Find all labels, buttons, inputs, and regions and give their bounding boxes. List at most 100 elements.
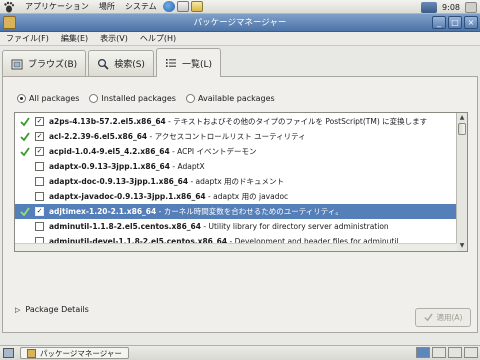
system-menu[interactable]: システム	[120, 0, 162, 14]
package-description: - ACPI イベントデーモン	[172, 147, 257, 156]
apply-label: 適用(A)	[436, 313, 463, 322]
package-name: acl-2.2.39-6.el5.x86_64	[49, 132, 148, 141]
maximize-button[interactable]: □	[448, 16, 462, 29]
filter-available[interactable]: Available packages	[185, 94, 275, 103]
search-icon	[97, 58, 109, 70]
note-launcher-icon[interactable]	[190, 1, 203, 12]
package-description: - アクセスコントロールリスト ユーティリティ	[149, 132, 306, 141]
filter-installed-radio[interactable]	[89, 94, 99, 103]
filter-all-radio[interactable]	[17, 94, 26, 103]
scroll-down-icon[interactable]: ▼	[457, 241, 467, 251]
close-button[interactable]: ×	[464, 16, 478, 29]
package-checkbox[interactable]: ✓	[35, 132, 44, 141]
workspace-switcher	[416, 347, 478, 358]
scroll-up-icon[interactable]: ▲	[457, 113, 467, 123]
package-details-expander[interactable]: ▷ Package Details	[15, 305, 89, 314]
package-name: adminutil-1.1.8-2.el5.centos.x86_64	[49, 222, 201, 231]
minimize-button[interactable]: _	[432, 16, 446, 29]
installed-check-icon	[18, 204, 32, 219]
apply-button[interactable]: 適用(A)	[415, 308, 471, 327]
scrollbar-thumb[interactable]	[458, 123, 466, 135]
package-filter: All packages Installed packages Availabl…	[17, 94, 275, 103]
list-item[interactable]: adaptx-javadoc-0.9.13-3jpp.1.x86_64 - ad…	[15, 189, 457, 204]
menu-file[interactable]: ファイル(F)	[0, 32, 55, 46]
view-tabs: ブラウズ(B) 検索(S) 一覧(L)	[2, 48, 223, 77]
installed-check-icon	[18, 114, 32, 129]
list-item[interactable]: ✓ acl-2.2.39-6.el5.x86_64 - アクセスコントロールリス…	[15, 129, 457, 144]
show-desktop-icon[interactable]	[3, 348, 14, 358]
package-manager-task-icon	[27, 348, 36, 358]
tab-search[interactable]: 検索(S)	[88, 50, 154, 76]
expander-arrow-icon[interactable]: ▷	[15, 306, 20, 314]
list-item[interactable]: adaptx-0.9.13-3jpp.1.x86_64 - AdaptX	[15, 159, 457, 174]
package-description: - AdaptX	[172, 162, 205, 171]
workspace-4[interactable]	[464, 347, 478, 358]
installed-check-icon	[18, 129, 32, 144]
places-menu[interactable]: 場所	[94, 0, 120, 14]
package-details-label: Package Details	[25, 305, 89, 314]
filter-available-radio[interactable]	[185, 94, 195, 103]
workspace-2[interactable]	[432, 347, 446, 358]
tab-browse[interactable]: ブラウズ(B)	[2, 50, 87, 76]
tab-browse-label: ブラウズ(B)	[28, 60, 78, 70]
package-checkbox[interactable]: ✓	[35, 147, 44, 156]
gnome-foot-icon[interactable]	[2, 1, 16, 13]
top-panel: アプリケーション 場所 システム 9:08	[0, 0, 480, 14]
tab-search-label: 検索(S)	[114, 60, 145, 70]
filter-available-label: Available packages	[197, 94, 275, 103]
workspace-1[interactable]	[416, 347, 430, 358]
workspace-3[interactable]	[448, 347, 462, 358]
menu-view[interactable]: 表示(V)	[94, 32, 134, 46]
filter-all[interactable]: All packages	[17, 94, 79, 103]
package-checkbox[interactable]	[35, 162, 44, 171]
package-name: adaptx-javadoc-0.9.13-3jpp.1.x86_64	[49, 192, 206, 201]
apply-check-icon	[423, 313, 433, 322]
menu-help[interactable]: ヘルプ(H)	[134, 32, 182, 46]
tab-list[interactable]: 一覧(L)	[155, 48, 221, 77]
package-name: adjtimex-1.20-2.1.x86_64	[49, 207, 157, 216]
web-browser-launcher-icon[interactable]	[162, 1, 175, 12]
package-description: - カーネル時間変数を合わせるためのユーティリティ。	[158, 207, 343, 216]
applications-menu[interactable]: アプリケーション	[20, 0, 94, 14]
horizontal-scrollbar[interactable]	[15, 243, 457, 251]
package-description: - adaptx 用の javadoc	[208, 192, 289, 201]
menu-edit[interactable]: 編集(E)	[55, 32, 94, 46]
network-status-icon[interactable]	[421, 1, 438, 13]
filter-installed-label: Installed packages	[101, 94, 176, 103]
list-icon	[165, 57, 177, 69]
window-title: パッケージマネージャー	[193, 17, 287, 28]
list-item[interactable]: ✓ a2ps-4.13b-57.2.el5.x86_64 - テキストおよびその…	[15, 114, 457, 129]
package-checkbox[interactable]: ✓	[35, 207, 44, 216]
list-item[interactable]: adminutil-1.1.8-2.el5.centos.x86_64 - Ut…	[15, 219, 457, 234]
package-name: acpid-1.0.4-9.el5_4.2.x86_64	[49, 147, 170, 156]
package-description: - adaptx 用のドキュメント	[190, 177, 285, 186]
menubar: ファイル(F) 編集(E) 表示(V) ヘルプ(H)	[0, 32, 480, 46]
package-description: - テキストおよびその他のタイプのファイルを PostScript(TM) に変…	[168, 117, 428, 126]
filter-all-label: All packages	[29, 94, 80, 103]
mail-launcher-icon[interactable]	[176, 1, 189, 12]
installed-check-icon	[18, 144, 32, 159]
package-checkbox[interactable]	[35, 177, 44, 186]
filter-installed[interactable]: Installed packages	[89, 94, 176, 103]
volume-icon[interactable]	[465, 1, 477, 13]
package-checkbox[interactable]	[35, 192, 44, 201]
taskbar-window-label: パッケージマネージャー	[40, 348, 122, 358]
package-description: - Utility library for directory server a…	[203, 222, 389, 231]
tab-list-label: 一覧(L)	[181, 59, 212, 70]
package-name: a2ps-4.13b-57.2.el5.x86_64	[49, 117, 166, 126]
bottom-panel: パッケージマネージャー	[0, 345, 480, 360]
taskbar-window-button[interactable]: パッケージマネージャー	[20, 347, 129, 359]
package-checkbox[interactable]	[35, 222, 44, 231]
list-panel: All packages Installed packages Availabl…	[2, 76, 478, 333]
list-item[interactable]: adaptx-doc-0.9.13-3jpp.1.x86_64 - adaptx…	[15, 174, 457, 189]
package-checkbox[interactable]: ✓	[35, 117, 44, 126]
window-titlebar[interactable]: パッケージマネージャー _ □ ×	[0, 14, 480, 32]
browse-icon	[11, 58, 23, 70]
clock[interactable]: 9:08	[438, 3, 464, 12]
vertical-scrollbar[interactable]: ▲ ▼	[456, 113, 467, 251]
package-name: adaptx-doc-0.9.13-3jpp.1.x86_64	[49, 177, 189, 186]
package-list[interactable]: ✓ a2ps-4.13b-57.2.el5.x86_64 - テキストおよびその…	[14, 112, 468, 252]
package-name: adaptx-0.9.13-3jpp.1.x86_64	[49, 162, 170, 171]
list-item[interactable]: ✓ acpid-1.0.4-9.el5_4.2.x86_64 - ACPI イベ…	[15, 144, 457, 159]
list-item-selected[interactable]: ✓ adjtimex-1.20-2.1.x86_64 - カーネル時間変数を合わ…	[15, 204, 457, 219]
